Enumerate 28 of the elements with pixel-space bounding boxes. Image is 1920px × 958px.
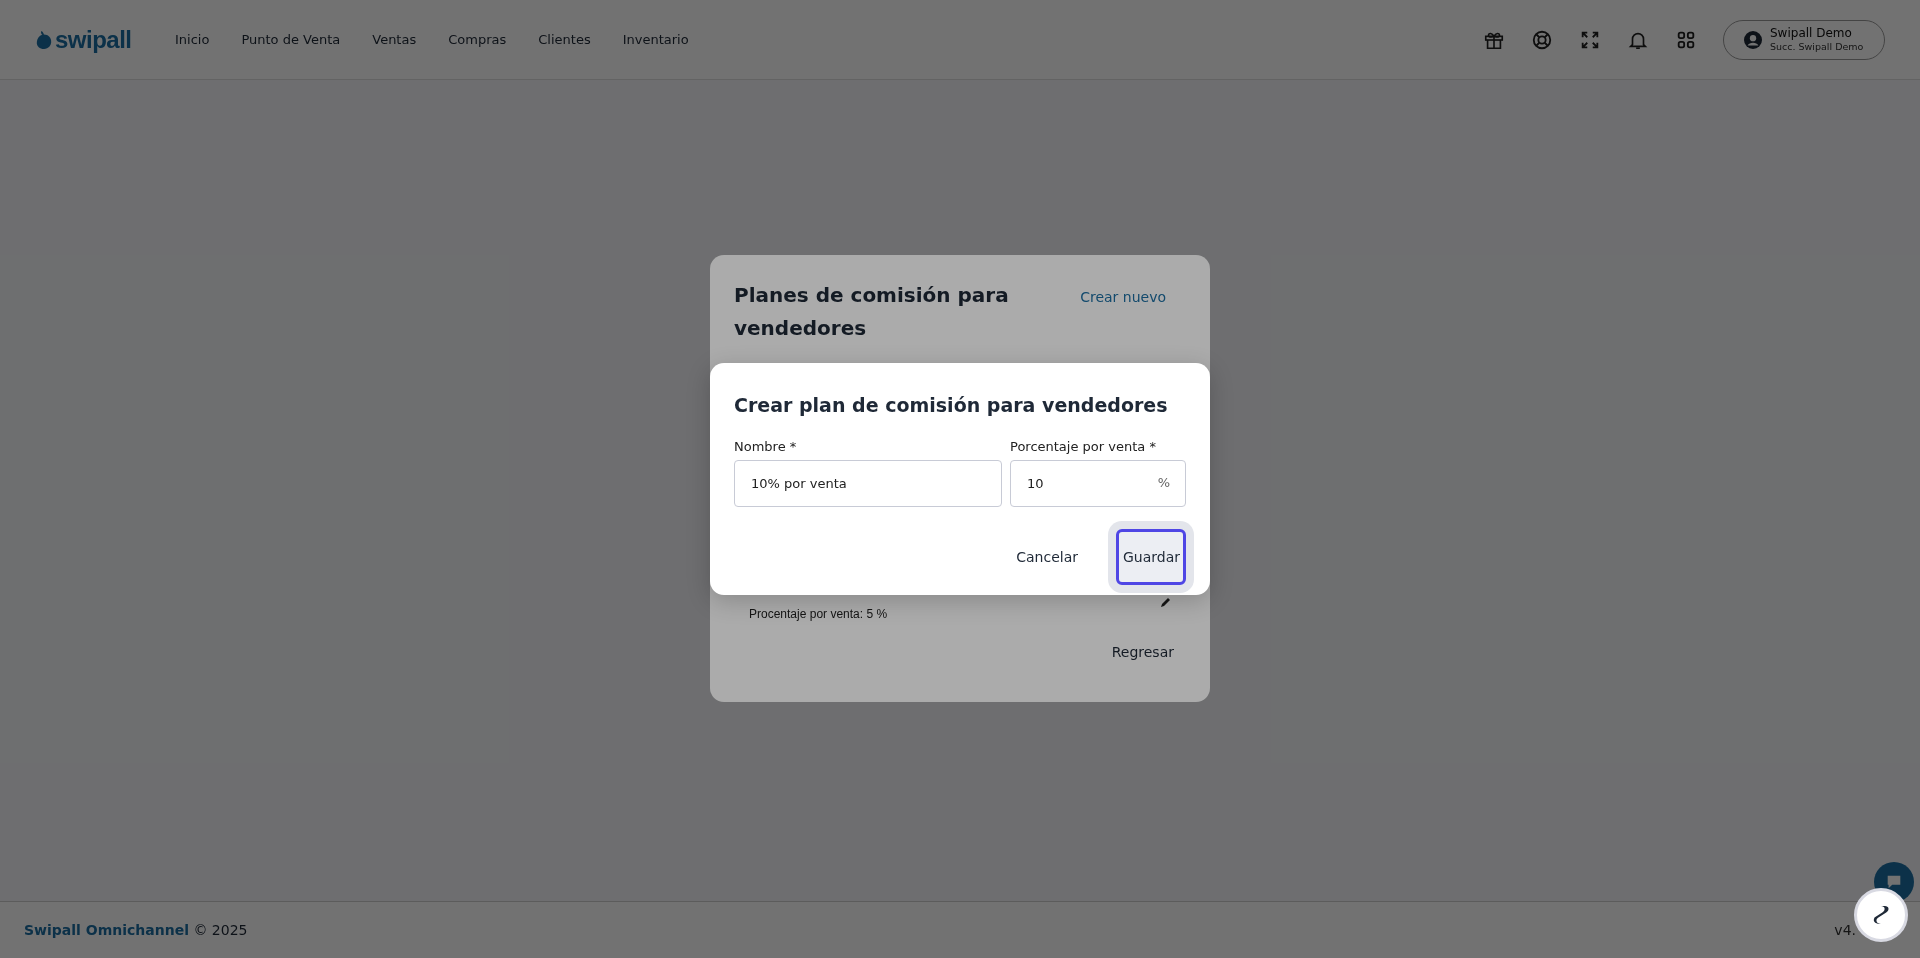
nav-link[interactable]: Inicio (175, 32, 210, 47)
field-label: Porcentaje por venta * (1010, 439, 1157, 454)
logo-icon (35, 28, 53, 51)
help-icon[interactable] (1531, 28, 1553, 51)
nav-link[interactable]: Clientes (538, 32, 591, 47)
plan-detail-text: Procentaje por venta: 5 % (749, 607, 888, 621)
save-button[interactable]: Guardar (1116, 529, 1186, 585)
field-label: Nombre * (734, 439, 798, 454)
version-text: v4. (1834, 922, 1856, 938)
unit-suffix: % (1157, 475, 1170, 490)
nav-link[interactable]: Compras (448, 32, 507, 47)
user-name: Swipall Demo (1770, 26, 1852, 40)
nav-link[interactable]: Inventario (622, 32, 689, 47)
logo[interactable]: swipall (55, 25, 132, 54)
pencil-icon[interactable] (1159, 597, 1171, 609)
avatar-icon (1744, 30, 1762, 49)
cancel-button[interactable]: Cancelar (1004, 531, 1090, 583)
name-field[interactable]: 10% por venta (734, 460, 1002, 507)
copyright-text: © 2025 (193, 922, 248, 938)
create-new-link[interactable]: Crear nuevo (1080, 289, 1166, 305)
nav-link[interactable]: Punto de Venta (241, 32, 341, 47)
back-button[interactable]: Regresar (1099, 626, 1186, 678)
dialog-title: Planes de comisión para vendedores (734, 282, 1010, 342)
dialog-title: Crear plan de comisión para vendedores (734, 393, 1169, 417)
footer-brand-link[interactable]: Swipall Omnichannel (24, 922, 189, 938)
nav-link[interactable]: Ventas (372, 32, 417, 47)
user-menu-button[interactable]: Swipall Demo Succ. Swipall Demo (1723, 19, 1885, 60)
user-branch: Succ. Swipall Demo (1770, 40, 1864, 53)
